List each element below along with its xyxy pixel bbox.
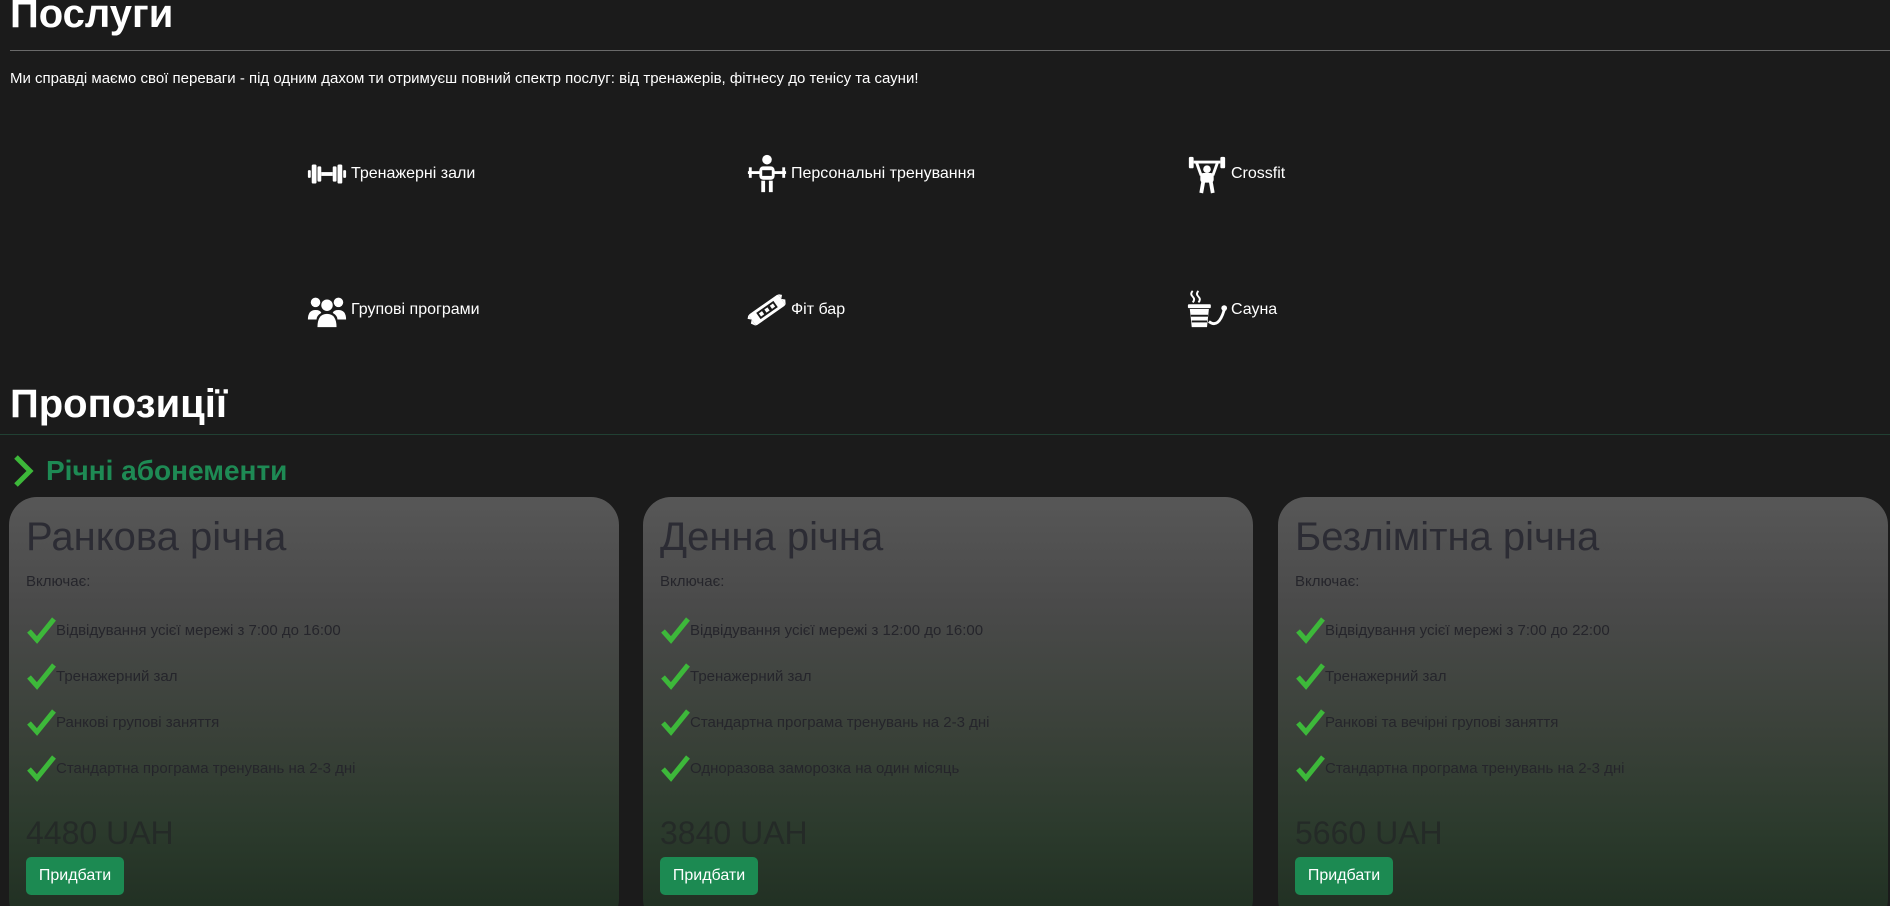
checkmark-icon xyxy=(27,617,56,644)
offers-heading: Пропозиції xyxy=(10,382,228,426)
service-item-personal-training[interactable]: Персональні тренування xyxy=(745,152,975,196)
checkmark-icon xyxy=(27,709,56,736)
feature-item: Відвідування усієї мережі з 12:00 до 16:… xyxy=(660,607,989,653)
feature-item: Стандартна програма тренувань на 2-3 дні xyxy=(660,699,989,745)
feature-item: Ранкові та вечірні групові заняття xyxy=(1295,699,1624,745)
includes-label: Включає: xyxy=(1295,573,1360,590)
feature-item: Відвідування усієї мережі з 7:00 до 22:0… xyxy=(1295,607,1624,653)
service-label: Crossfit xyxy=(1231,165,1286,182)
feature-list: Відвідування усієї мережі з 7:00 до 16:0… xyxy=(26,607,355,791)
services-heading: Послуги xyxy=(10,0,174,36)
services-intro: Ми справді маємо свої переваги - під одн… xyxy=(10,70,919,87)
weightlifter-icon xyxy=(1185,152,1229,196)
annual-subscriptions-header[interactable]: Річні абонементи xyxy=(12,454,287,488)
plan-title: Денна річна xyxy=(660,515,884,559)
service-label: Групові програми xyxy=(351,301,480,318)
plan-card-unlimited: Безлімітна річна Включає: Відвідування у… xyxy=(1278,497,1888,906)
feature-list: Відвідування усієї мережі з 12:00 до 16:… xyxy=(660,607,989,791)
group-icon xyxy=(305,288,349,332)
service-item-group-programs[interactable]: Групові програми xyxy=(305,288,480,332)
checkmark-icon xyxy=(27,663,56,690)
plan-price: 5660 UAH xyxy=(1295,815,1443,851)
plan-title: Ранкова річна xyxy=(26,515,287,559)
checkmark-icon xyxy=(1296,617,1325,644)
feature-item: Тренажерний зал xyxy=(26,653,355,699)
sauna-bucket-icon xyxy=(1185,288,1229,332)
checkmark-icon xyxy=(1296,709,1325,736)
service-label: Фіт бар xyxy=(791,301,846,318)
buy-button[interactable]: Придбати xyxy=(1295,857,1393,895)
checkmark-icon xyxy=(661,709,690,736)
page: Послуги Ми справді маємо свої переваги -… xyxy=(0,0,1890,906)
checkmark-icon xyxy=(661,663,690,690)
plan-price: 3840 UAH xyxy=(660,815,808,851)
checkmark-icon xyxy=(661,617,690,644)
service-item-fit-bar[interactable]: Фіт бар xyxy=(745,288,845,332)
feature-item: Ранкові групові заняття xyxy=(26,699,355,745)
service-label: Тренажерні зали xyxy=(351,165,476,182)
divider xyxy=(10,50,1890,51)
chevron-right-icon xyxy=(14,455,34,487)
protein-bar-icon xyxy=(745,288,789,332)
feature-item: Стандартна програма тренувань на 2-3 дні xyxy=(1295,745,1624,791)
buy-button[interactable]: Придбати xyxy=(26,857,124,895)
subscriptions-subtitle: Річні абонементи xyxy=(46,455,288,486)
plan-title: Безлімітна річна xyxy=(1295,515,1600,559)
feature-item: Тренажерний зал xyxy=(660,653,989,699)
includes-label: Включає: xyxy=(26,573,91,590)
personal-trainer-icon xyxy=(745,152,789,196)
feature-item: Одноразова заморозка на один місяць xyxy=(660,745,989,791)
service-item-sauna[interactable]: Сауна xyxy=(1185,288,1277,332)
includes-label: Включає: xyxy=(660,573,725,590)
service-item-gym[interactable]: Тренажерні зали xyxy=(305,152,475,196)
divider xyxy=(0,434,1890,435)
plan-card-morning: Ранкова річна Включає: Відвідування усіє… xyxy=(9,497,619,906)
feature-list: Відвідування усієї мережі з 7:00 до 22:0… xyxy=(1295,607,1624,791)
plan-price: 4480 UAH xyxy=(26,815,174,851)
plan-card-day: Денна річна Включає: Відвідування усієї … xyxy=(643,497,1253,906)
service-item-crossfit[interactable]: Crossfit xyxy=(1185,152,1285,196)
feature-item: Стандартна програма тренувань на 2-3 дні xyxy=(26,745,355,791)
buy-button[interactable]: Придбати xyxy=(660,857,758,895)
checkmark-icon xyxy=(27,755,56,782)
checkmark-icon xyxy=(661,755,690,782)
feature-item: Відвідування усієї мережі з 7:00 до 16:0… xyxy=(26,607,355,653)
checkmark-icon xyxy=(1296,755,1325,782)
service-label: Сауна xyxy=(1231,301,1278,318)
dumbbell-icon xyxy=(305,152,349,196)
service-label: Персональні тренування xyxy=(791,165,976,182)
checkmark-icon xyxy=(1296,663,1325,690)
feature-item: Тренажерний зал xyxy=(1295,653,1624,699)
